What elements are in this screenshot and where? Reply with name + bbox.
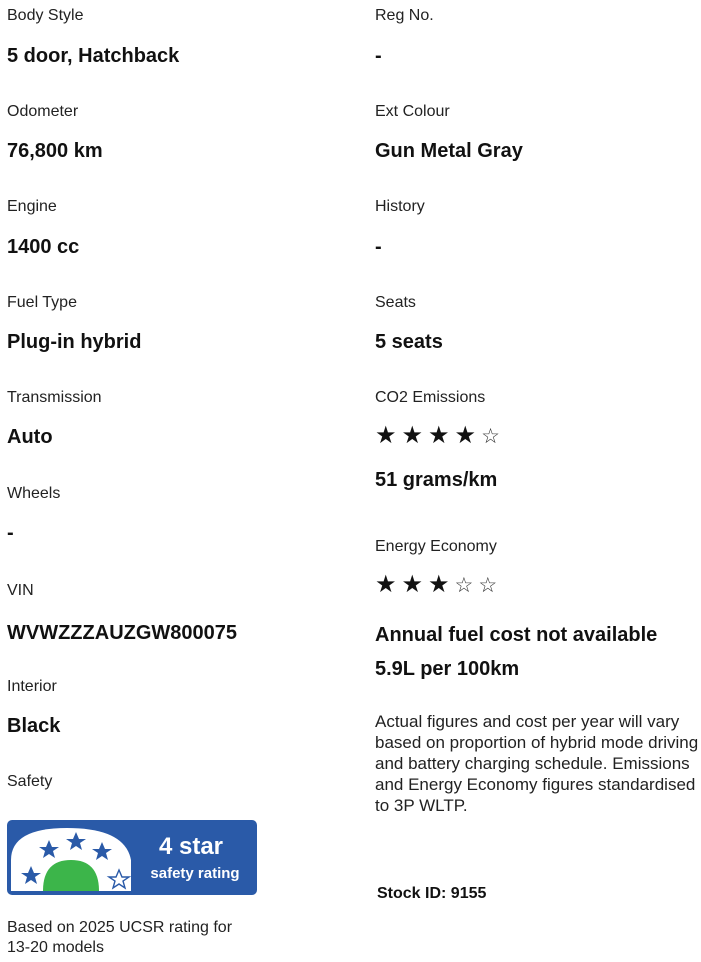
star-filled-icon: ★ <box>428 422 451 449</box>
spec-wheels: Wheels - <box>7 484 61 544</box>
star-filled-icon: ★ <box>401 571 425 598</box>
spec-label: Transmission <box>7 389 102 406</box>
co2-value: 51 grams/km <box>375 469 498 491</box>
spec-fuel-type: Fuel Type Plug-in hybrid <box>7 293 141 353</box>
spec-value: 76,800 km <box>7 140 103 162</box>
spec-label: Safety <box>7 773 53 790</box>
energy-star-rating: ★ ★ ★ ☆ ☆ <box>375 572 502 599</box>
spec-interior: Interior Black <box>7 677 60 737</box>
star-filled-icon: ★ <box>428 571 451 598</box>
spec-vin: VIN WVWZZZAUZGW800075 <box>7 581 237 644</box>
spec-label: Engine <box>7 198 57 215</box>
safety-badge-graphic: 4 star safety rating <box>7 820 257 895</box>
spec-energy-economy: Energy Economy <box>375 537 497 557</box>
stock-id: Stock ID: 9155 <box>377 885 487 902</box>
spec-history: History - <box>375 197 425 258</box>
fuel-cost: Annual fuel cost not available <box>375 624 658 646</box>
spec-label: Wheels <box>7 485 61 502</box>
safety-rating-basis: Based on 2025 UCSR rating for 13-20 mode… <box>7 919 233 956</box>
spec-label: Odometer <box>7 103 79 120</box>
star-filled-icon: ★ <box>375 422 398 449</box>
spec-value: Plug-in hybrid <box>7 331 142 353</box>
spec-engine: Engine 1400 cc <box>7 197 79 258</box>
fuel-consumption: 5.9L per 100km <box>375 658 520 680</box>
spec-co2-emissions: CO2 Emissions <box>375 388 485 408</box>
badge-star-text: 4 star <box>159 833 223 860</box>
spec-label: Interior <box>7 678 57 695</box>
star-empty-icon: ☆ <box>481 425 501 448</box>
spec-value: 5 seats <box>375 331 443 353</box>
spec-odometer: Odometer 76,800 km <box>7 102 103 162</box>
co2-label: CO2 Emissions <box>375 389 486 406</box>
safety-rating-badge: 4 star safety rating <box>7 820 257 900</box>
spec-value: 5 door, Hatchback <box>7 45 180 67</box>
spec-seats: Seats 5 seats <box>375 293 443 353</box>
co2-star-rating: ★ ★ ★ ★ ☆ <box>375 423 505 450</box>
star-filled-icon: ★ <box>401 422 425 449</box>
economy-note: Actual figures and cost per year will va… <box>375 712 699 815</box>
spec-label: Seats <box>375 294 416 311</box>
spec-value: Auto <box>7 426 53 448</box>
energy-label: Energy Economy <box>375 538 497 555</box>
spec-label: Body Style <box>7 7 84 24</box>
spec-ext-colour: Ext Colour Gun Metal Gray <box>375 102 523 162</box>
star-filled-icon: ★ <box>454 422 478 449</box>
spec-value: 1400 cc <box>7 236 80 258</box>
spec-body-style: Body Style 5 door, Hatchback <box>7 6 179 67</box>
spec-value: - <box>375 45 382 67</box>
spec-value: WVWZZZAUZGW800075 <box>7 622 238 644</box>
spec-label: VIN <box>7 582 34 599</box>
star-empty-icon: ☆ <box>478 574 499 597</box>
spec-value: Gun Metal Gray <box>375 140 523 162</box>
spec-safety: Safety <box>7 772 52 792</box>
spec-value: Black <box>7 715 61 737</box>
badge-rating-text: safety rating <box>150 865 239 882</box>
spec-value: - <box>375 236 382 258</box>
spec-value: - <box>7 522 14 544</box>
spec-label: Ext Colour <box>375 103 450 120</box>
spec-reg-no: Reg No. - <box>375 6 434 67</box>
star-filled-icon: ★ <box>375 571 398 598</box>
spec-label: History <box>375 198 425 215</box>
star-empty-icon: ☆ <box>454 574 475 597</box>
spec-label: Fuel Type <box>7 294 77 311</box>
spec-label: Reg No. <box>375 7 434 24</box>
spec-transmission: Transmission Auto <box>7 388 102 448</box>
